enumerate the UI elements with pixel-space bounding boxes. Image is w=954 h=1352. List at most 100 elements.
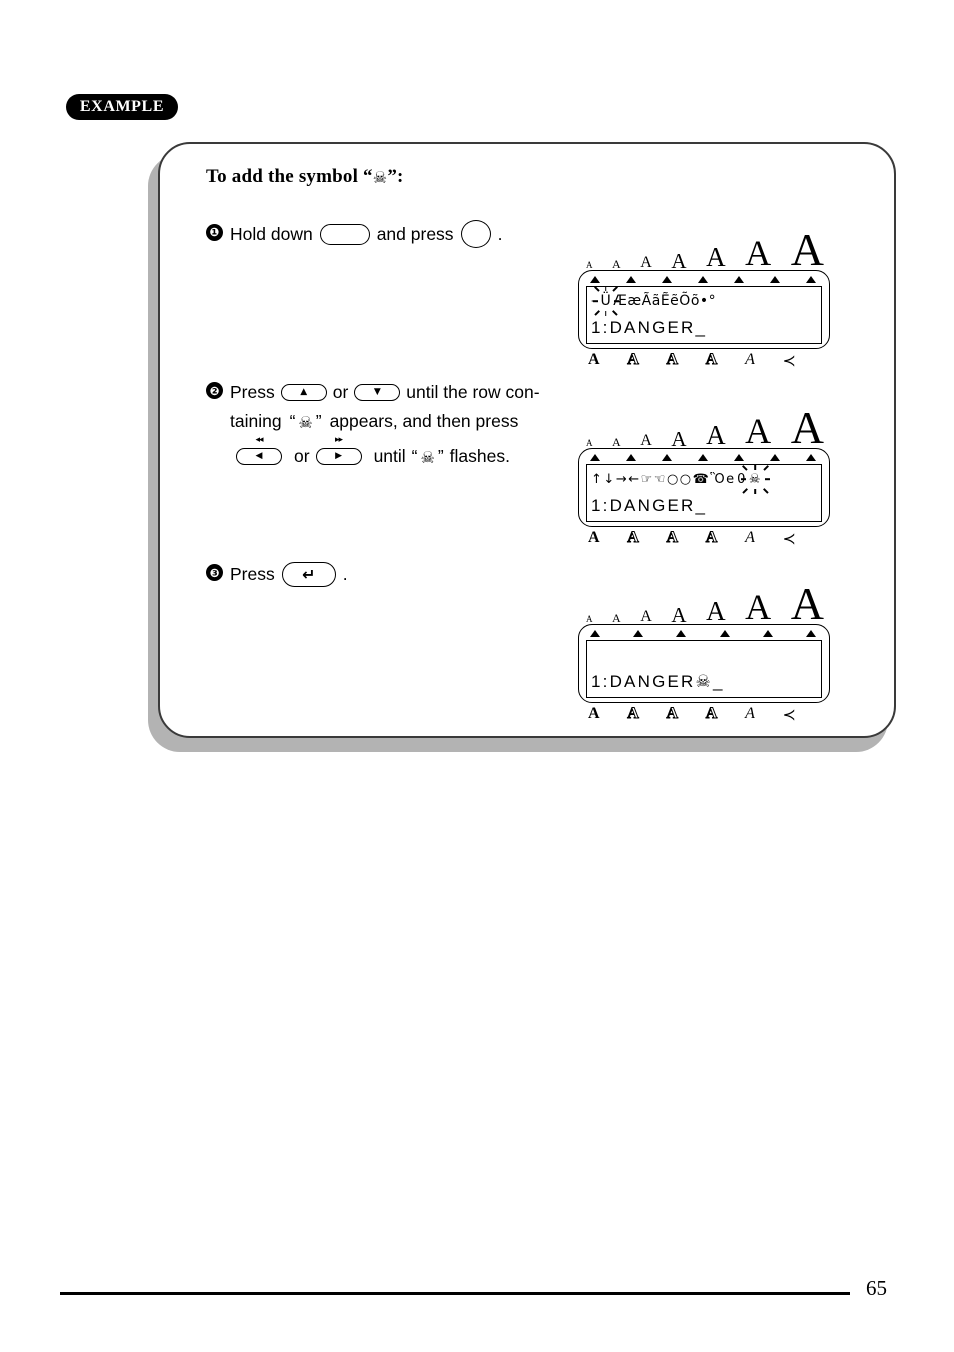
- key-left-arrow[interactable]: ◂◂ ◀: [236, 448, 282, 465]
- font-size-indicator: A: [706, 600, 726, 624]
- step-1-text-a: Hold down: [230, 224, 313, 245]
- flash-mark: [755, 489, 757, 494]
- key-symbol[interactable]: [461, 220, 491, 248]
- lcd-display-step-1: AAAAAAA –ÜÆæÃãẼẽÕõ•° 1:DANGER_ AAAAA≺: [578, 222, 830, 370]
- key-up-arrow[interactable]: ▲: [281, 384, 327, 401]
- font-size-indicator: A: [745, 416, 771, 448]
- skull-icon: ☠: [421, 448, 435, 467]
- lcd-pointer-triangle: [590, 276, 600, 283]
- flash-mark: [593, 300, 598, 302]
- lcd-frame: 1:DANGER☠ _: [578, 624, 830, 703]
- page-number: 65: [866, 1276, 887, 1301]
- lcd-pointer-triangle: [806, 454, 816, 461]
- lcd-display-step-2: AAAAAAA ↑ ↓ → ← ☞ ☜ ○ ○ ☎ Ὃe ὎0 ☠ 1:DANGER _ A A A A A ≺: [578, 400, 830, 548]
- flash-mark: [605, 311, 607, 316]
- flash-mark: [741, 478, 746, 480]
- font-style-indicator-bold: A: [588, 351, 600, 370]
- lcd-text-row: 1:DANGER☠ _: [591, 668, 817, 696]
- lcd-pointer-triangle: [662, 276, 672, 283]
- skull-icon: ☠: [298, 413, 312, 432]
- panel-headline: To add the symbol “☠”:: [206, 166, 404, 188]
- lcd-flashing-character: Ü: [599, 293, 614, 309]
- font-style-indicator-italic: A: [745, 351, 755, 370]
- lcd-pointer-triangle: [806, 276, 816, 283]
- lcd-character: •: [700, 293, 709, 309]
- font-size-indicator-row: AAAAAAA: [578, 576, 830, 624]
- flash-mark: [594, 286, 599, 291]
- lcd-pointer-row: [586, 276, 822, 285]
- step-2-quote-open: “: [290, 411, 296, 432]
- lcd-text: 1:DANGER: [591, 318, 696, 338]
- step-2-line2-b: appears, and then press: [330, 411, 519, 432]
- lcd-pointer-triangle: [626, 276, 636, 283]
- font-size-indicator: A: [612, 437, 621, 448]
- font-size-indicator: A: [612, 259, 621, 270]
- panel-body: To add the symbol “☠”: ❶ Hold down and p…: [158, 142, 896, 738]
- font-style-indicator-shadow: A: [667, 351, 679, 370]
- lcd-pointer-triangle: [662, 454, 672, 461]
- step-2-line1-a: Press: [230, 382, 275, 403]
- lcd-character: ã: [652, 293, 661, 309]
- lcd-character: Ὃe: [710, 472, 735, 487]
- flash-mark: [763, 465, 768, 470]
- lcd-character: ←: [628, 472, 640, 487]
- font-style-indicator-bold: A: [588, 705, 600, 724]
- lcd-character: Ã: [642, 293, 652, 309]
- flash-mark: [755, 465, 757, 470]
- step-2-line1-c: until the row con-: [406, 382, 539, 403]
- step-2-line3-b: until: [374, 446, 406, 467]
- key-shift[interactable]: [320, 224, 370, 245]
- lcd-pointer-row: [586, 630, 822, 639]
- font-style-indicator-row: A A A A A ≺: [578, 703, 830, 724]
- key-right-arrow[interactable]: ▸▸ ▶: [316, 448, 362, 465]
- key-left-arrow-cap: ◂◂: [236, 436, 282, 445]
- lcd-cursor: _: [696, 496, 708, 516]
- step-1-text-c: .: [498, 224, 503, 245]
- font-style-indicator-bold: A: [588, 529, 600, 548]
- lcd-pointer-triangle: [626, 454, 636, 461]
- step-2-line2-a: taining: [230, 411, 282, 432]
- font-style-indicator-outline: A: [706, 529, 718, 548]
- key-right-arrow-cap: ▸▸: [316, 436, 362, 445]
- key-right-arrow-body: ▶: [316, 448, 362, 465]
- font-style-indicator-width: ≺: [783, 529, 796, 548]
- lcd-pointer-triangle: [698, 454, 708, 461]
- font-size-indicator: A: [640, 434, 652, 448]
- lcd-pointer-triangle: [770, 454, 780, 461]
- step-2-line3-c: flashes.: [450, 446, 510, 467]
- lcd-pointer-triangle: [734, 276, 744, 283]
- step-3-text-a: Press: [230, 564, 275, 585]
- flash-mark: [614, 300, 619, 302]
- lcd-flashing-character: ☠: [747, 472, 764, 487]
- key-down-arrow[interactable]: ▼: [354, 384, 400, 401]
- lcd-text: 1:DANGER☠: [591, 672, 713, 692]
- font-style-indicator-width: ≺: [783, 705, 796, 724]
- font-style-indicator-shadow: A: [667, 529, 679, 548]
- example-panel: To add the symbol “☠”: ❶ Hold down and p…: [148, 142, 896, 752]
- step-1: ❶ Hold down and press .: [206, 220, 502, 248]
- lcd-character-row: –ÜÆæÃãẼẽÕõ•°: [591, 288, 817, 314]
- flash-mark: [605, 286, 607, 291]
- lcd-character: ẽ: [670, 293, 679, 309]
- lcd-pointer-triangle: [633, 630, 643, 637]
- lcd-text-row: 1:DANGER _: [591, 314, 817, 342]
- lcd-screen: –ÜÆæÃãẼẽÕõ•° 1:DANGER_: [586, 286, 822, 344]
- lcd-pointer-triangle: [770, 276, 780, 283]
- lcd-character: æ: [627, 293, 641, 309]
- font-style-indicator-width: ≺: [783, 351, 796, 370]
- step-2-quote-open-2: “: [412, 446, 418, 467]
- font-size-indicator: A: [612, 613, 621, 624]
- key-enter[interactable]: ↵: [282, 562, 336, 587]
- font-size-indicator: A: [586, 262, 593, 270]
- step-2-quote-close: ”: [316, 411, 322, 432]
- lcd-pointer-triangle: [590, 630, 600, 637]
- font-size-indicator: A: [791, 408, 824, 448]
- font-size-indicator: A: [671, 252, 686, 270]
- font-size-indicator-row: AAAAAAA: [578, 222, 830, 270]
- lcd-character: ○: [680, 472, 693, 487]
- lcd-symbol-row: ↑ ↓ → ← ☞ ☜ ○ ○ ☎ Ὃe ὎0 ☠: [591, 466, 817, 492]
- font-size-indicator: A: [586, 440, 593, 448]
- font-style-indicator-outline: A: [627, 705, 639, 724]
- step-3-number: ❸: [206, 564, 223, 581]
- lcd-character-row: [591, 642, 817, 668]
